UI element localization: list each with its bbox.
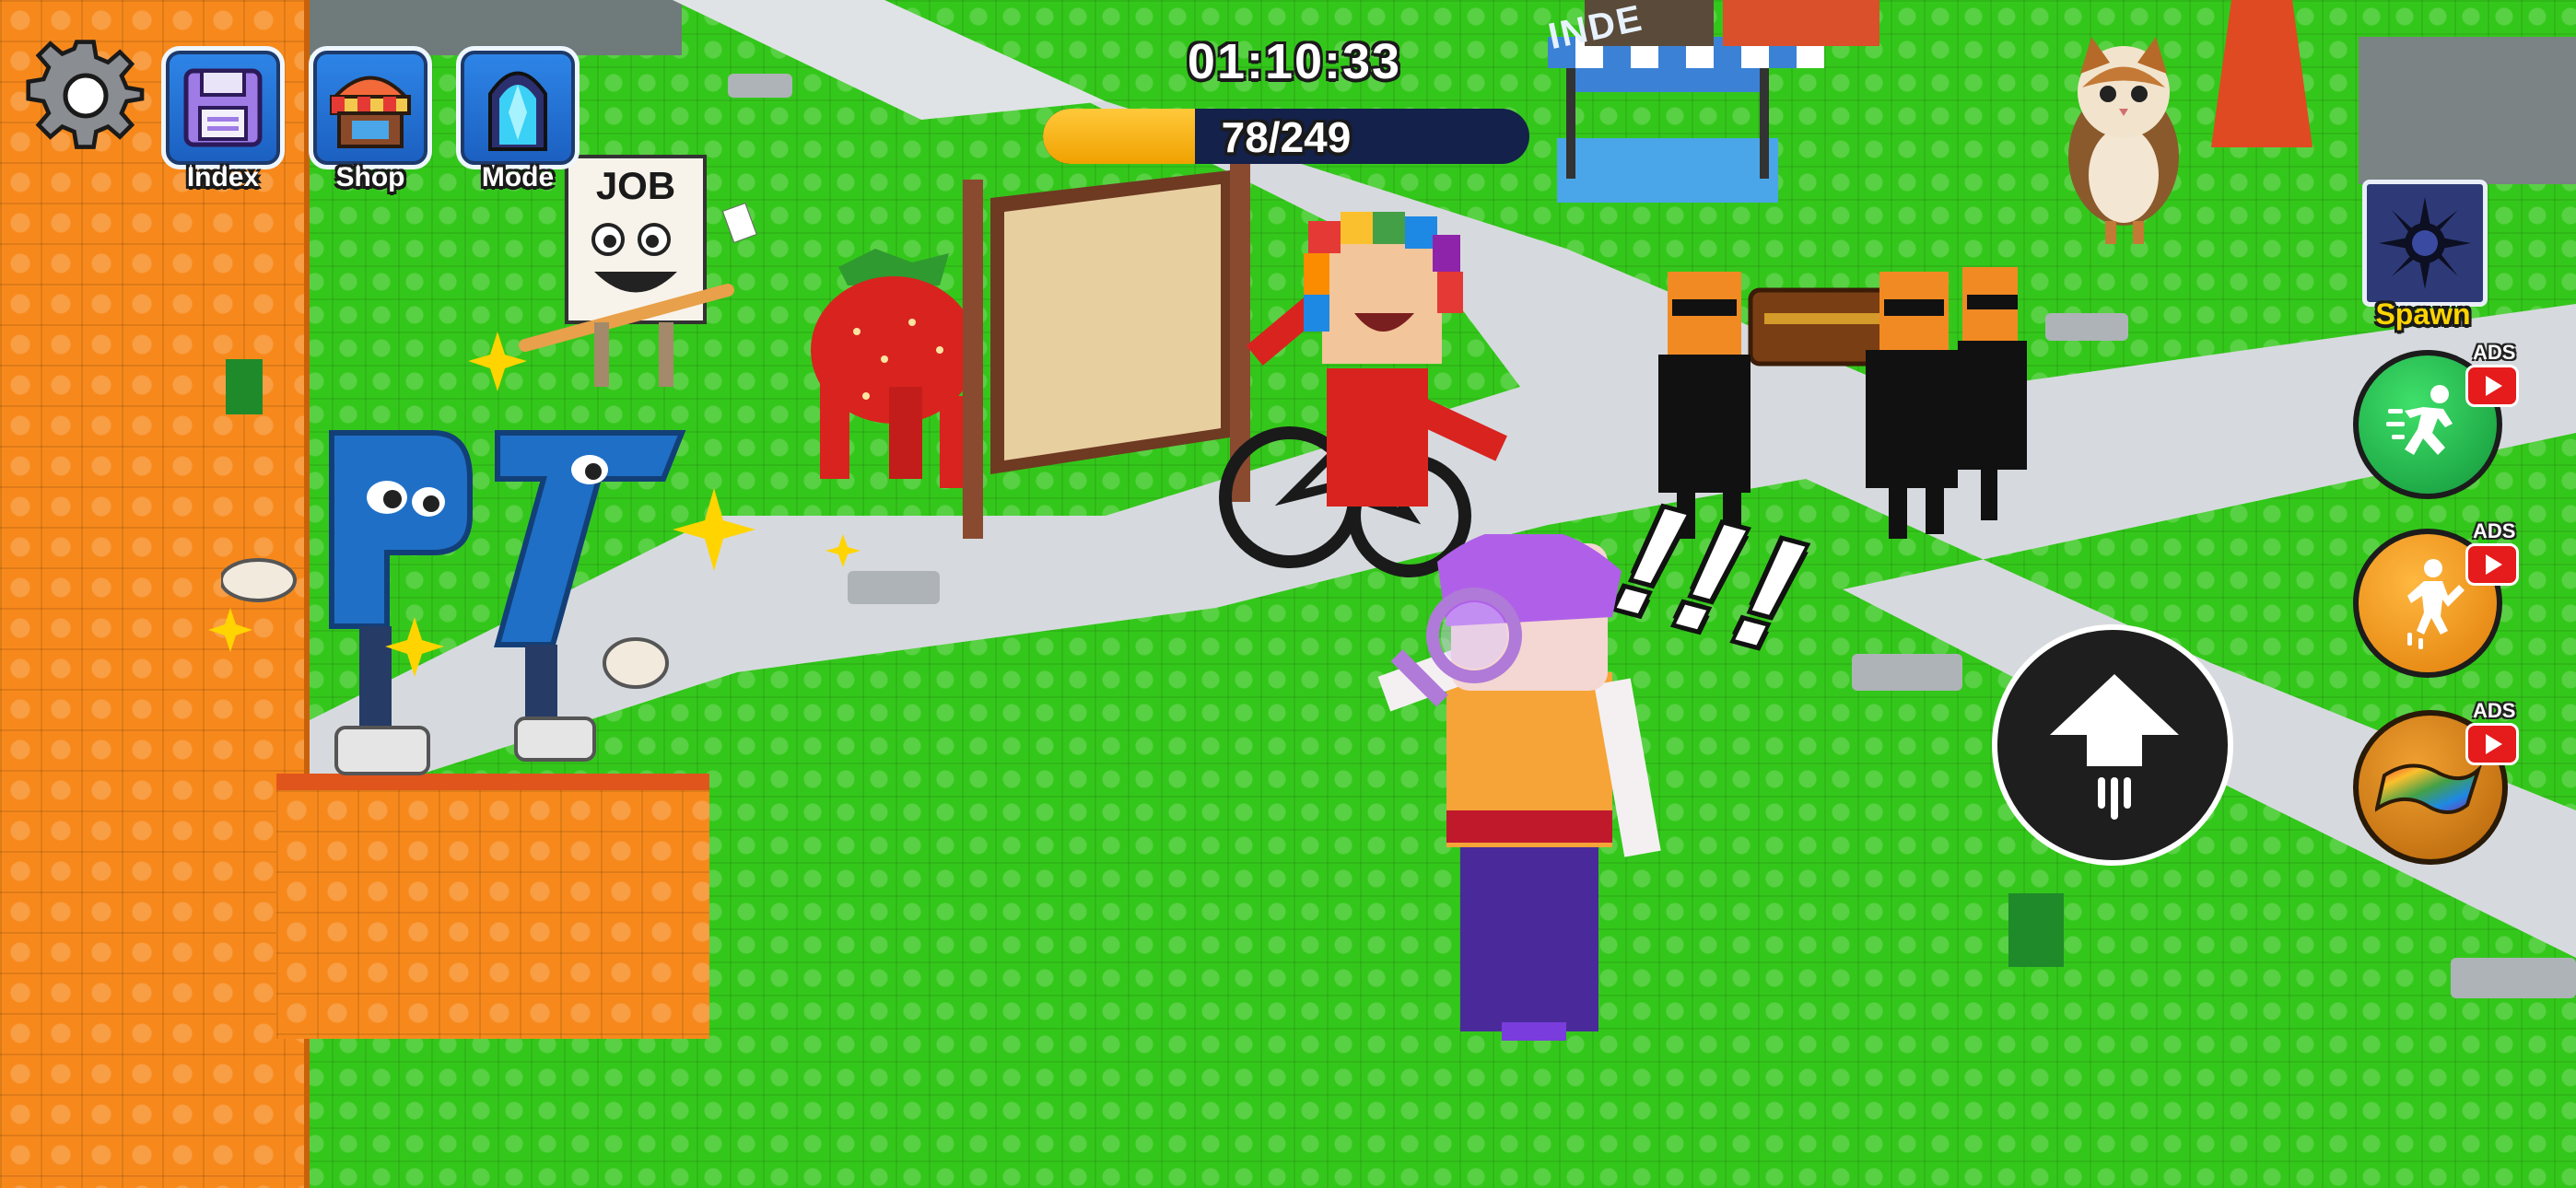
video-ad-icon <box>2465 365 2519 407</box>
ads-badge: ADS <box>2473 341 2516 364</box>
crystal-portal-icon <box>488 71 547 151</box>
job-sign-text: JOB <box>595 164 676 207</box>
round-timer: 01:10:33 <box>1187 34 1402 89</box>
index-button[interactable]: Index <box>161 46 285 203</box>
spawn-button-frame <box>2362 180 2488 307</box>
index-button-frame <box>161 46 285 169</box>
gear-icon <box>26 40 145 149</box>
jumping-figure-icon <box>2407 559 2465 649</box>
up-arrow-icon <box>2050 674 2179 820</box>
shop-label: Shop <box>335 162 405 192</box>
blank-notice-board <box>963 161 1250 539</box>
mode-button-frame <box>456 46 580 169</box>
shop-button[interactable]: Shop <box>309 46 432 203</box>
shop-stall-icon <box>329 76 412 148</box>
video-ad-icon <box>2465 543 2519 586</box>
jump-button[interactable] <box>1992 624 2233 866</box>
owl-cat-creature <box>2068 37 2179 244</box>
jump-boost-button[interactable]: ADS <box>2353 516 2528 681</box>
magic-carpet-button[interactable]: ADS <box>2353 695 2528 870</box>
settings-button[interactable] <box>26 37 146 157</box>
index-label: Index <box>186 162 260 192</box>
red-tree-trunk-top <box>1723 0 1879 46</box>
ads-badge: ADS <box>2473 699 2516 722</box>
spawn-label: Spawn <box>2375 297 2471 331</box>
floppy-disk-icon <box>183 68 263 147</box>
video-ad-icon <box>2465 723 2519 765</box>
player-avatar <box>1377 534 1661 1041</box>
collection-progress-text: 78/249 <box>1221 113 1352 161</box>
running-figure-icon <box>2386 385 2453 455</box>
ads-badge: ADS <box>2473 519 2516 542</box>
shop-button-frame <box>309 46 432 169</box>
spawn-button[interactable]: Spawn <box>2359 180 2488 336</box>
sparkles <box>208 332 861 677</box>
mode-button[interactable]: Mode <box>456 46 580 203</box>
speed-boost-button[interactable]: ADS <box>2353 341 2528 499</box>
sun-burst-icon <box>2379 197 2471 289</box>
mode-label: Mode <box>481 162 555 192</box>
green-bush <box>226 359 263 414</box>
green-bush <box>2008 893 2064 967</box>
collection-progress-bar: 78/249 <box>1043 109 1529 164</box>
